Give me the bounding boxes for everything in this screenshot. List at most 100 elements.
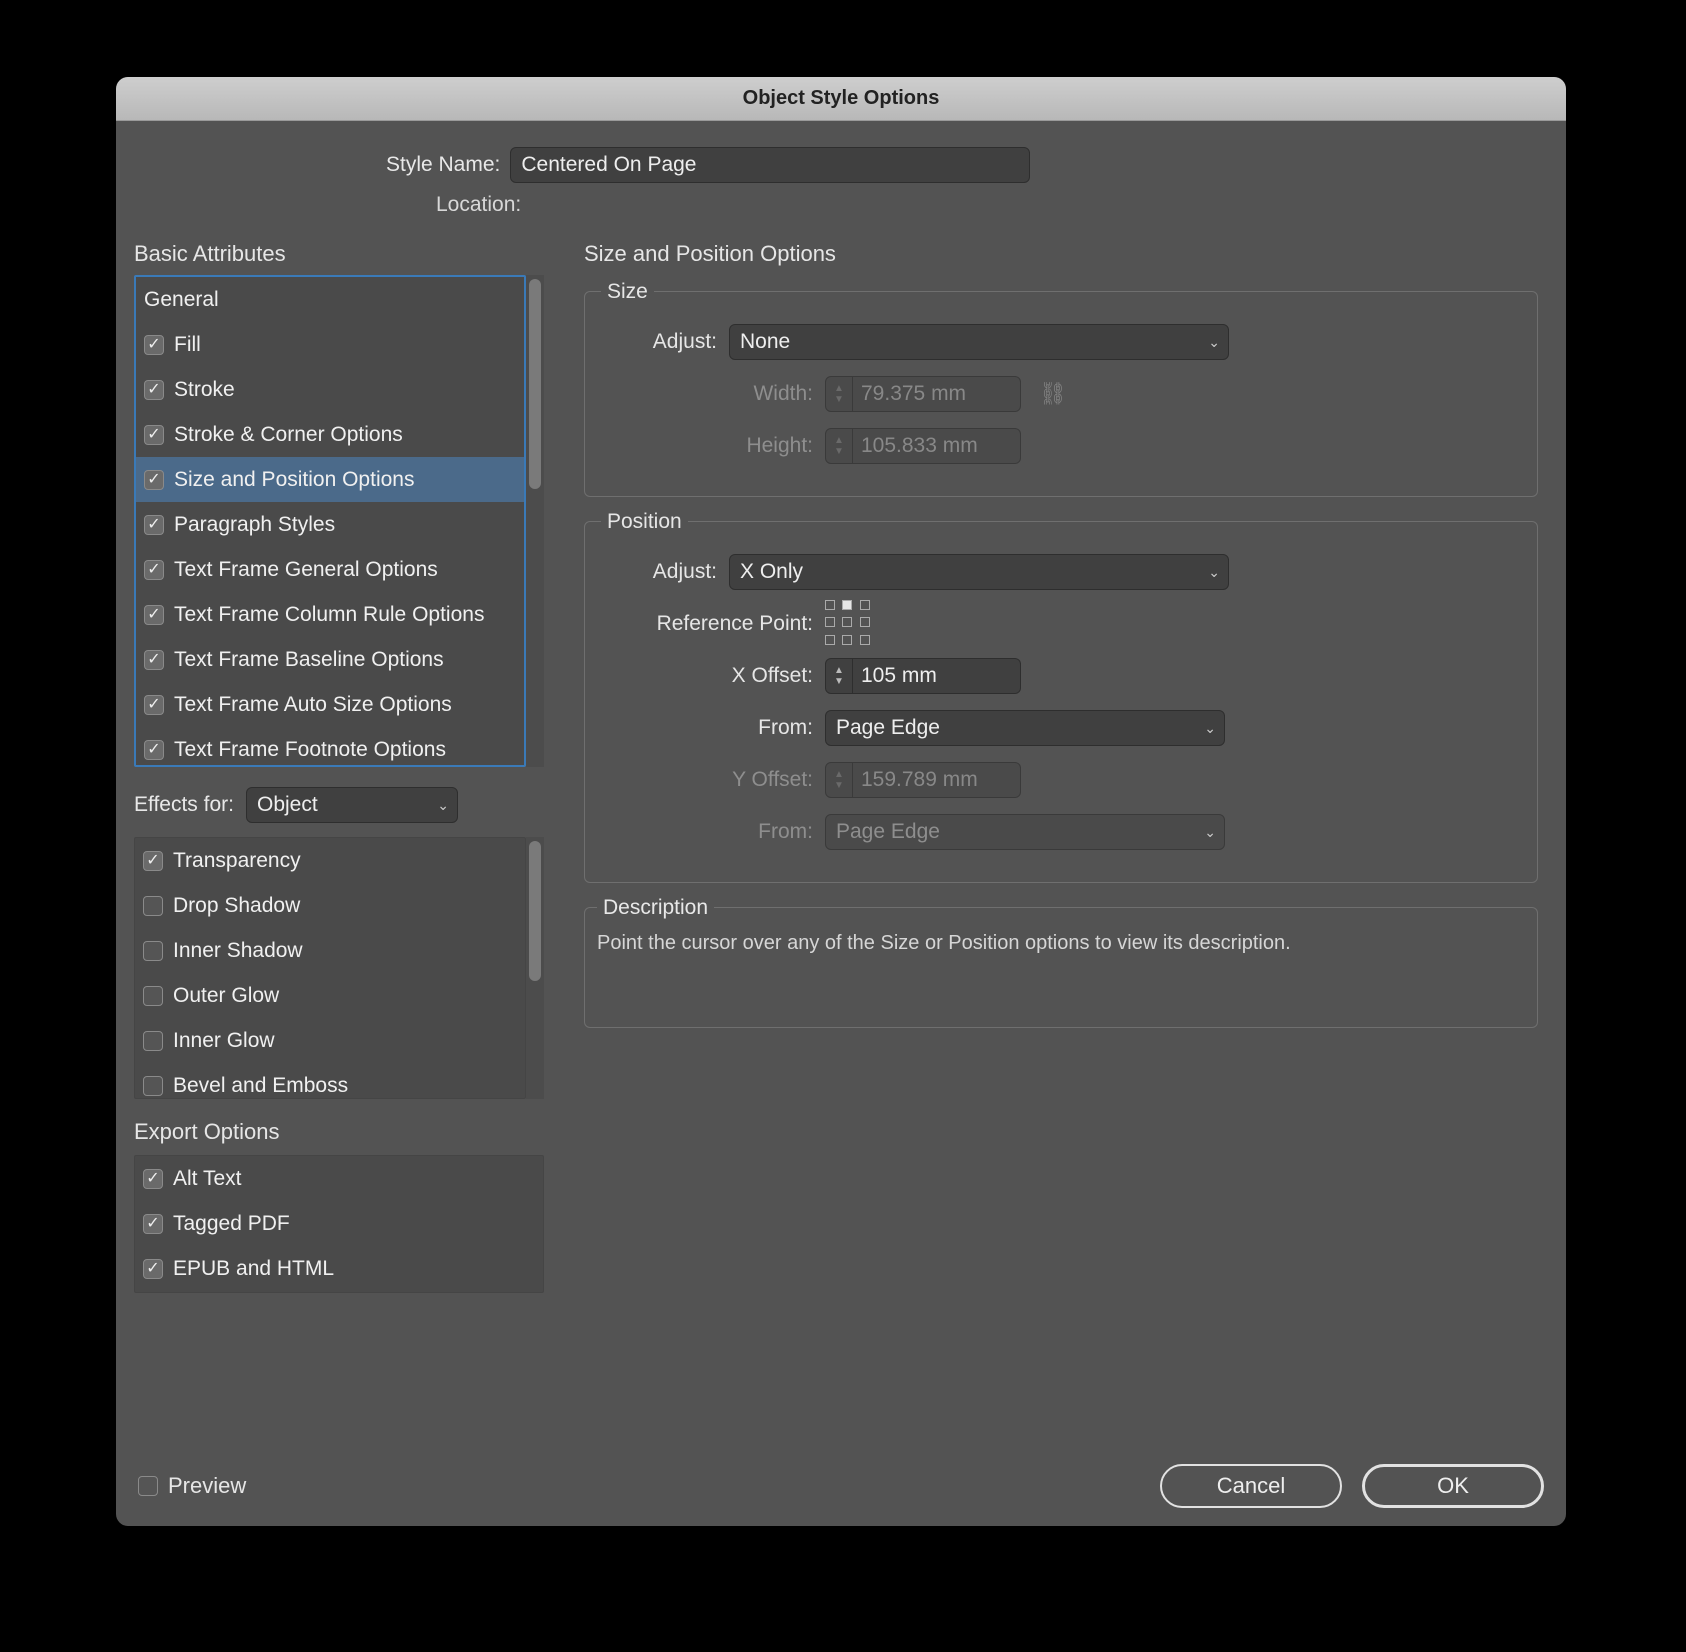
list-item[interactable]: Tagged PDF xyxy=(135,1201,543,1246)
x-offset-stepper[interactable]: ▲▼ xyxy=(825,658,853,694)
chevron-down-icon: ⌄ xyxy=(1208,334,1220,351)
checkbox[interactable] xyxy=(144,560,164,580)
checkbox[interactable] xyxy=(144,740,164,760)
list-item[interactable]: General xyxy=(136,277,524,322)
list-item[interactable]: Stroke & Corner Options xyxy=(136,412,524,457)
preview-label: Preview xyxy=(168,1473,246,1499)
list-item-label: Outer Glow xyxy=(173,984,279,1008)
list-item-label: Text Frame Footnote Options xyxy=(174,738,446,762)
list-item[interactable]: Inner Shadow xyxy=(135,928,525,973)
checkbox[interactable] xyxy=(143,941,163,961)
location-label: Location: xyxy=(436,193,521,217)
list-item[interactable]: Text Frame Footnote Options xyxy=(136,727,524,767)
checkbox[interactable] xyxy=(143,1076,163,1096)
list-item-label: Text Frame General Options xyxy=(174,558,438,582)
list-item[interactable]: Alt Text xyxy=(135,1156,543,1201)
list-item-label: Text Frame Auto Size Options xyxy=(174,693,452,717)
list-item[interactable]: Outer Glow xyxy=(135,973,525,1018)
checkbox[interactable] xyxy=(144,470,164,490)
list-item-label: Bevel and Emboss xyxy=(173,1074,348,1098)
checkbox[interactable] xyxy=(143,986,163,1006)
chevron-down-icon: ⌄ xyxy=(1204,720,1216,737)
height-stepper: ▲▼ xyxy=(825,428,853,464)
list-item-label: Stroke & Corner Options xyxy=(174,423,403,447)
y-offset-stepper: ▲▼ xyxy=(825,762,853,798)
style-name-input[interactable] xyxy=(510,147,1030,183)
list-item[interactable]: Text Frame Baseline Options xyxy=(136,637,524,682)
list-item-label: Paragraph Styles xyxy=(174,513,335,537)
list-item-label: General xyxy=(144,288,219,312)
checkbox[interactable] xyxy=(144,380,164,400)
checkbox[interactable] xyxy=(144,695,164,715)
preview-checkbox[interactable] xyxy=(138,1476,158,1496)
y-offset-input: 159.789 mm xyxy=(853,762,1021,798)
list-item[interactable]: Inner Glow xyxy=(135,1018,525,1063)
basic-attributes-scrollbar[interactable] xyxy=(526,275,544,767)
list-item[interactable]: Drop Shadow xyxy=(135,883,525,928)
list-item[interactable]: Size and Position Options xyxy=(136,457,524,502)
width-input: 79.375 mm xyxy=(853,376,1021,412)
position-adjust-dropdown[interactable]: X Only ⌄ xyxy=(729,554,1229,590)
list-item[interactable]: Stroke xyxy=(136,367,524,412)
chevron-down-icon: ⌄ xyxy=(1204,824,1216,841)
window-title: Object Style Options xyxy=(116,77,1566,121)
checkbox[interactable] xyxy=(144,515,164,535)
checkbox[interactable] xyxy=(144,605,164,625)
list-item[interactable]: Fill xyxy=(136,322,524,367)
checkbox[interactable] xyxy=(144,335,164,355)
list-item-label: Transparency xyxy=(173,849,301,873)
list-item[interactable]: Transparency xyxy=(135,838,525,883)
height-label: Height: xyxy=(605,434,825,458)
reference-point-grid[interactable] xyxy=(825,600,873,648)
x-from-label: From: xyxy=(605,716,825,740)
description-group: Description Point the cursor over any of… xyxy=(584,907,1538,1028)
size-legend: Size xyxy=(601,280,654,304)
list-item[interactable]: Paragraph Styles xyxy=(136,502,524,547)
chevron-down-icon: ⌄ xyxy=(1208,564,1220,581)
list-item[interactable]: Text Frame Auto Size Options xyxy=(136,682,524,727)
width-stepper: ▲▼ xyxy=(825,376,853,412)
effects-for-dropdown[interactable]: Object ⌄ xyxy=(246,787,458,823)
effects-for-label: Effects for: xyxy=(134,793,234,817)
y-from-label: From: xyxy=(605,820,825,844)
checkbox[interactable] xyxy=(143,1031,163,1051)
list-item-label: Text Frame Column Rule Options xyxy=(174,603,484,627)
checkbox[interactable] xyxy=(143,851,163,871)
list-item-label: Tagged PDF xyxy=(173,1212,290,1236)
height-input: 105.833 mm xyxy=(853,428,1021,464)
chevron-down-icon: ⌄ xyxy=(437,797,449,814)
object-style-options-window: Object Style Options Style Name: Locatio… xyxy=(116,77,1566,1526)
panel-title: Size and Position Options xyxy=(584,241,1538,267)
list-item-label: Stroke xyxy=(174,378,235,402)
effects-scrollbar[interactable] xyxy=(526,837,544,1099)
list-item[interactable]: EPUB and HTML xyxy=(135,1246,543,1291)
description-legend: Description xyxy=(597,896,714,920)
x-offset-input[interactable]: 105 mm xyxy=(853,658,1021,694)
checkbox[interactable] xyxy=(143,1259,163,1279)
checkbox[interactable] xyxy=(143,1169,163,1189)
basic-attributes-list[interactable]: General Fill Stroke Stroke & Corner Options… xyxy=(134,275,526,767)
list-item[interactable]: Text Frame Column Rule Options xyxy=(136,592,524,637)
checkbox[interactable] xyxy=(143,1214,163,1234)
link-constrain-icon: ⛓ xyxy=(1039,381,1067,407)
ok-button[interactable]: OK xyxy=(1362,1464,1544,1508)
y-offset-label: Y Offset: xyxy=(605,768,825,792)
export-options-list[interactable]: Alt Text Tagged PDF EPUB and HTML xyxy=(134,1155,544,1293)
cancel-button[interactable]: Cancel xyxy=(1160,1464,1342,1508)
width-label: Width: xyxy=(605,382,825,406)
x-from-dropdown[interactable]: Page Edge ⌄ xyxy=(825,710,1225,746)
size-adjust-dropdown[interactable]: None ⌄ xyxy=(729,324,1229,360)
style-name-label: Style Name: xyxy=(386,153,500,177)
list-item-label: Drop Shadow xyxy=(173,894,300,918)
list-item-label: Inner Glow xyxy=(173,1029,275,1053)
checkbox[interactable] xyxy=(144,425,164,445)
checkbox[interactable] xyxy=(143,896,163,916)
list-item[interactable]: Bevel and Emboss xyxy=(135,1063,525,1099)
description-text: Point the cursor over any of the Size or… xyxy=(597,930,1525,957)
checkbox[interactable] xyxy=(144,650,164,670)
export-options-heading: Export Options xyxy=(134,1119,564,1145)
reference-point-label: Reference Point: xyxy=(605,612,825,636)
list-item-label: Fill xyxy=(174,333,201,357)
effects-list[interactable]: Transparency Drop Shadow Inner Shadow Outer… xyxy=(134,837,526,1099)
list-item[interactable]: Text Frame General Options xyxy=(136,547,524,592)
